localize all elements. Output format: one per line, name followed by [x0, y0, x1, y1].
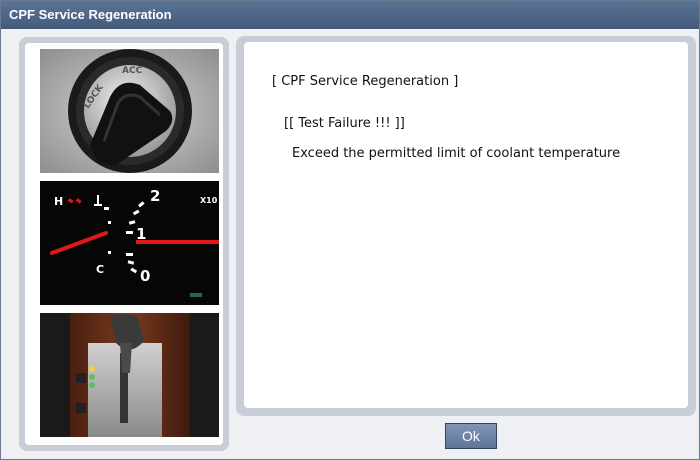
- message-panel: [ CPF Service Regeneration ] [[ Test Fai…: [236, 36, 696, 416]
- coolant-gauge-image: H C 2 1 0 X10: [40, 181, 219, 305]
- gauge-2-label: 2: [150, 187, 160, 205]
- failure-message: Exceed the permitted limit of coolant te…: [292, 146, 621, 161]
- gauge-0-label: 0: [140, 267, 150, 285]
- gauge-x10-label: X10: [200, 196, 218, 205]
- acc-label: ACC: [122, 66, 143, 76]
- window-title: CPF Service Regeneration: [1, 1, 699, 29]
- test-failure-label: [[ Test Failure !!! ]]: [284, 116, 405, 131]
- dialog-window: CPF Service Regeneration LOCK ACC H C 2 …: [0, 0, 700, 460]
- gauge-c-label: C: [96, 263, 104, 276]
- illustration-panel-inner: LOCK ACC H C 2 1 0 X10: [25, 43, 223, 445]
- section-heading: [ CPF Service Regeneration ]: [272, 74, 459, 89]
- gear-shifter-image: [40, 313, 219, 437]
- gauge-h-label: H: [54, 195, 63, 208]
- ok-button[interactable]: Ok: [445, 423, 497, 449]
- gauge-1-label: 1: [136, 225, 146, 243]
- message-panel-inner: [ CPF Service Regeneration ] [[ Test Fai…: [244, 42, 688, 408]
- illustration-panel: LOCK ACC H C 2 1 0 X10: [19, 37, 229, 451]
- ignition-key-image: LOCK ACC: [40, 49, 219, 173]
